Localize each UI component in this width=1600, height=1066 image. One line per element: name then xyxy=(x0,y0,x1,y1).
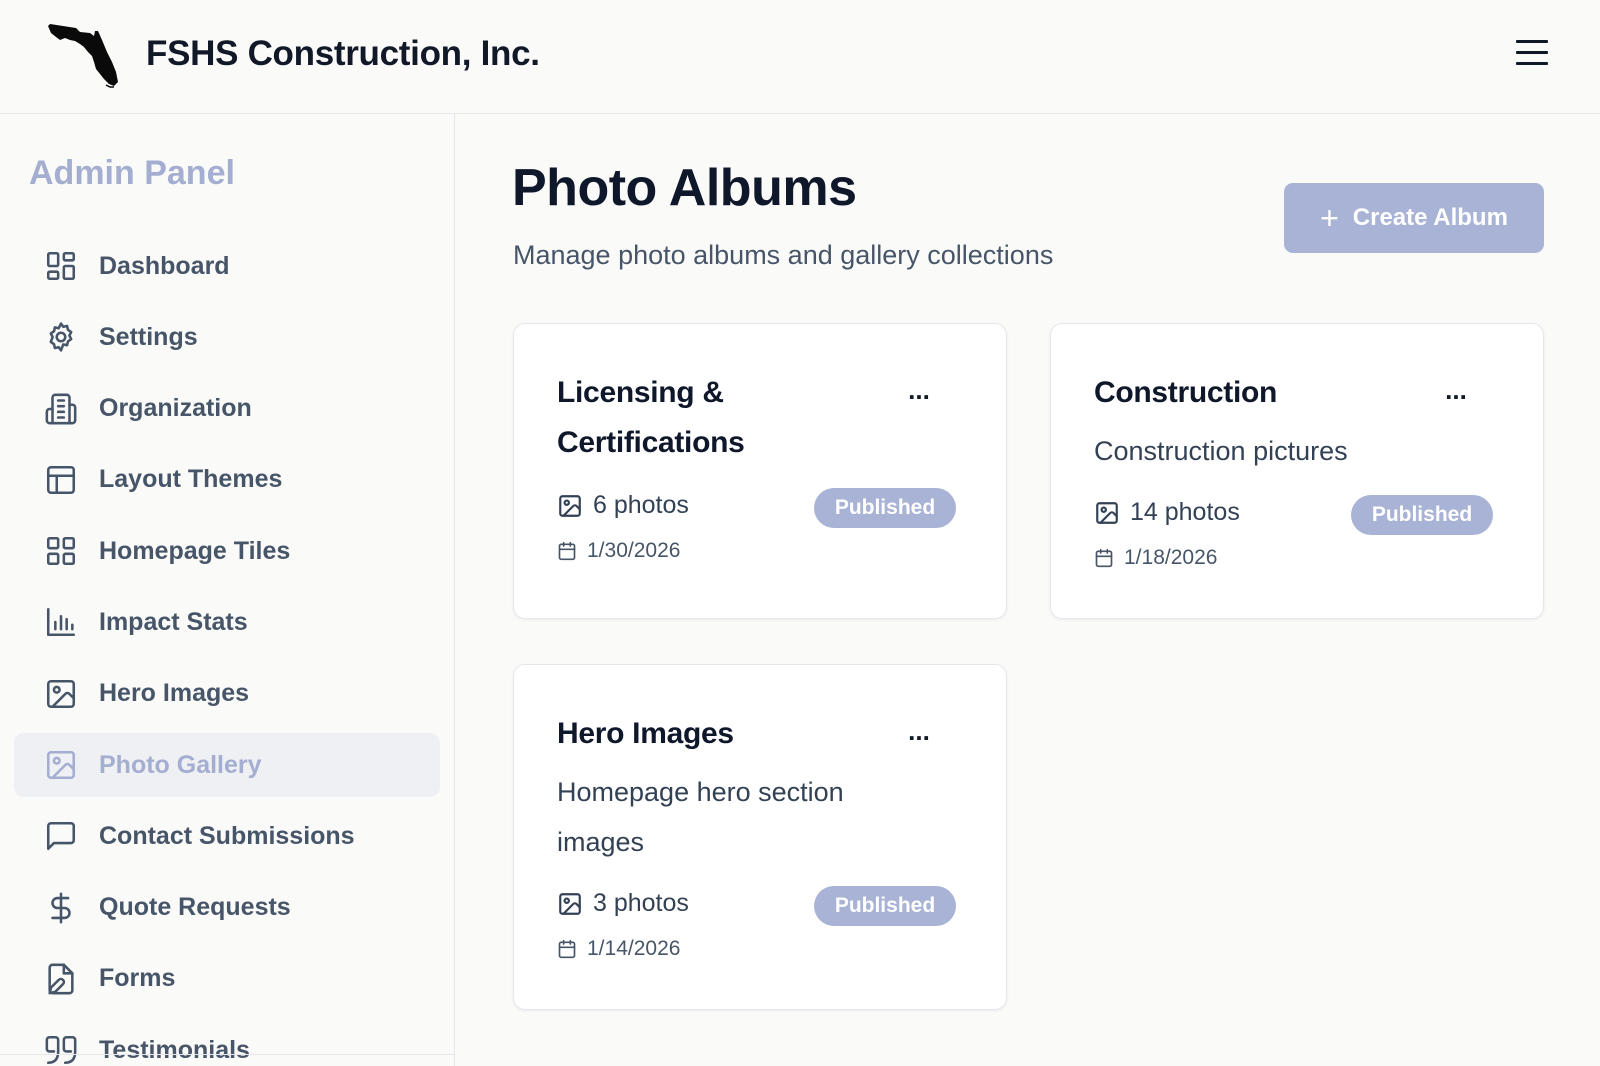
sidebar-item-forms[interactable]: Forms xyxy=(14,947,440,1011)
album-description: Construction pictures xyxy=(1094,436,1348,466)
album-date: 1/14/2026 xyxy=(557,937,680,961)
album-date-text: 1/14/2026 xyxy=(587,937,681,960)
message-icon xyxy=(44,819,78,853)
photo-count-text: 3 photos xyxy=(593,889,689,917)
create-album-label: Create Album xyxy=(1352,204,1508,231)
sidebar-item-label: Photo Gallery xyxy=(99,750,262,779)
sidebar-item-label: Dashboard xyxy=(99,251,230,280)
main-content: Photo Albums Manage photo albums and gal… xyxy=(456,114,1600,1066)
more-options-icon[interactable]: ... xyxy=(1435,377,1477,410)
sidebar-item-homepage-tiles[interactable]: Homepage Tiles xyxy=(14,519,440,583)
tiles-grid-icon xyxy=(44,534,78,568)
album-date-text: 1/30/2026 xyxy=(587,539,681,562)
layout-icon xyxy=(44,463,78,497)
top-header: FSHS Construction, Inc. xyxy=(0,0,1600,114)
sidebar-item-organization[interactable]: Organization xyxy=(14,377,440,441)
calendar-icon xyxy=(558,541,576,561)
sidebar-item-label: Contact Submissions xyxy=(99,821,355,850)
more-options-icon[interactable]: ... xyxy=(898,718,940,751)
album-title: Hero Images xyxy=(557,717,734,750)
sidebar-item-label: Settings xyxy=(99,322,198,351)
photo-count: 3 photos xyxy=(557,889,689,918)
status-badge: Published xyxy=(814,886,956,926)
dashboard-grid-icon xyxy=(44,249,78,283)
brand-name[interactable]: FSHS Construction, Inc. xyxy=(146,34,540,74)
sidebar-item-dashboard[interactable]: Dashboard xyxy=(14,234,440,298)
album-date-text: 1/18/2026 xyxy=(1124,546,1218,569)
album-card[interactable]: Construction ... Construction pictures 1… xyxy=(1050,323,1544,619)
quote-icon xyxy=(44,1033,78,1066)
sidebar-item-label: Quote Requests xyxy=(99,893,291,922)
calendar-icon xyxy=(558,939,576,959)
sidebar-item-layout-themes[interactable]: Layout Themes xyxy=(14,448,440,512)
photo-count: 6 photos xyxy=(557,491,689,520)
image-icon xyxy=(559,892,581,915)
sidebar-item-label: Forms xyxy=(99,964,176,993)
florida-state-icon[interactable] xyxy=(46,22,122,88)
sidebar-nav: Dashboard Settings Organization Layout T… xyxy=(14,234,440,1066)
album-card[interactable]: Licensing & Certifications ... 6 photos … xyxy=(513,323,1007,619)
sidebar-item-label: Impact Stats xyxy=(99,607,248,636)
image-icon xyxy=(44,677,78,711)
photo-count-text: 14 photos xyxy=(1130,498,1240,526)
image-icon xyxy=(44,748,78,782)
create-album-button[interactable]: + Create Album xyxy=(1284,183,1544,253)
image-icon xyxy=(559,494,581,517)
photo-count-text: 6 photos xyxy=(593,491,689,519)
album-card[interactable]: Hero Images ... Homepage hero section im… xyxy=(513,664,1007,1010)
album-date: 1/18/2026 xyxy=(1094,546,1217,570)
album-description: Homepage hero section images xyxy=(557,777,844,857)
sidebar-item-label: Organization xyxy=(99,394,252,423)
status-badge: Published xyxy=(814,488,956,528)
sidebar-title: Admin Panel xyxy=(29,154,235,192)
gear-icon xyxy=(44,320,78,354)
more-options-icon[interactable]: ... xyxy=(898,377,940,410)
album-title: Licensing & Certifications xyxy=(557,376,745,459)
sidebar-divider xyxy=(0,1054,454,1055)
page-title: Photo Albums xyxy=(512,159,857,217)
sidebar-item-label: Testimonials xyxy=(99,1035,250,1064)
calendar-icon xyxy=(1095,548,1113,568)
page-subtitle: Manage photo albums and gallery collecti… xyxy=(513,240,1054,270)
bar-chart-icon xyxy=(44,605,78,639)
sidebar-item-label: Layout Themes xyxy=(99,465,283,494)
sidebar-item-testimonials[interactable]: Testimonials xyxy=(14,1018,440,1066)
photo-count: 14 photos xyxy=(1094,498,1240,527)
sidebar-item-contact-submissions[interactable]: Contact Submissions xyxy=(14,804,440,868)
file-edit-icon xyxy=(44,962,78,996)
sidebar-item-hero-images[interactable]: Hero Images xyxy=(14,662,440,726)
sidebar: Admin Panel Dashboard Settings Organizat… xyxy=(0,114,455,1066)
sidebar-item-impact-stats[interactable]: Impact Stats xyxy=(14,590,440,654)
image-icon xyxy=(1096,501,1118,524)
dollar-icon xyxy=(44,891,78,925)
sidebar-item-quote-requests[interactable]: Quote Requests xyxy=(14,876,440,940)
album-date: 1/30/2026 xyxy=(557,539,680,563)
sidebar-item-photo-gallery[interactable]: Photo Gallery xyxy=(14,733,440,798)
album-title: Construction xyxy=(1094,376,1278,409)
sidebar-item-label: Homepage Tiles xyxy=(99,536,291,565)
status-badge: Published xyxy=(1351,495,1493,535)
hamburger-menu-icon[interactable] xyxy=(1510,30,1554,74)
sidebar-item-settings[interactable]: Settings xyxy=(14,305,440,369)
building-icon xyxy=(44,392,78,426)
sidebar-item-label: Hero Images xyxy=(99,679,250,708)
plus-icon: + xyxy=(1320,200,1339,236)
